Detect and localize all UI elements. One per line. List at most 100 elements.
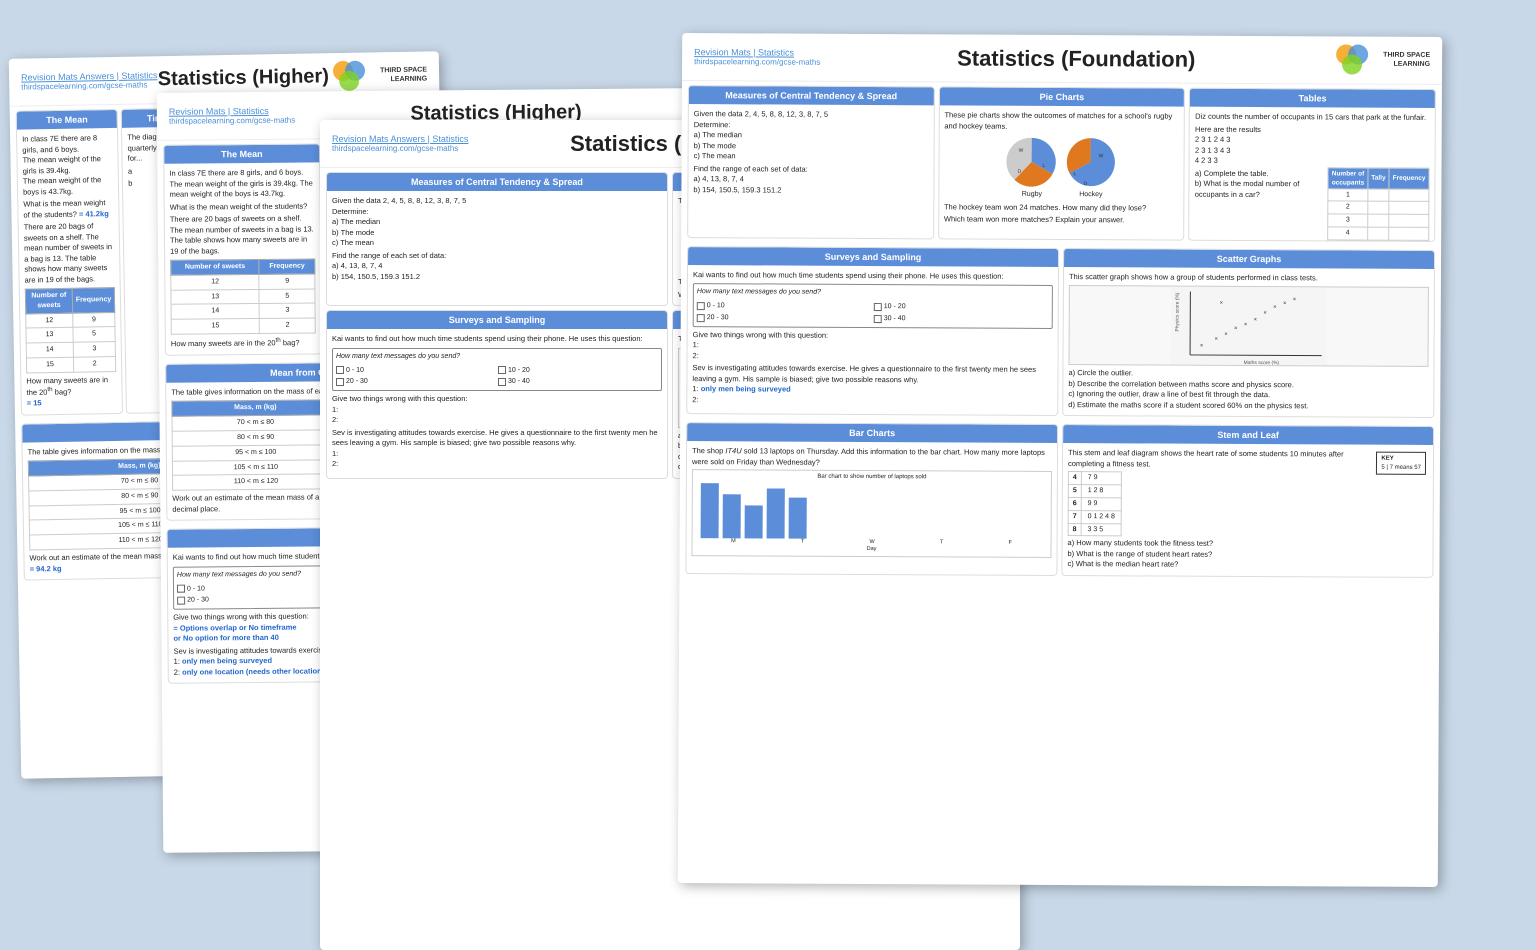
card4-ct-section: Measures of Central Tendency & Spread Gi…	[687, 85, 934, 239]
card3-surveys-section: Surveys and Sampling Kai wants to find o…	[326, 310, 668, 479]
card4-tables-body: Diz counts the number of occupants in 15…	[1190, 107, 1435, 206]
card4-piecharts-section: Pie Charts These pie charts show the out…	[938, 86, 1185, 240]
svg-text:×: ×	[1234, 326, 1238, 332]
card3-checkbox-20-30: 20 - 30	[336, 377, 496, 387]
svg-text:D: D	[1017, 169, 1021, 175]
card4-header-left: Revision Mats | Statistics thirdspacelea…	[694, 47, 820, 67]
card4-surveys-body: Kai wants to find out how much time stud…	[687, 265, 1058, 412]
card4-tables-header: Tables	[1190, 89, 1435, 108]
card2-mean-header: The Mean	[164, 144, 319, 163]
svg-text:×: ×	[1273, 305, 1277, 311]
page-wrapper: Revision Mats Answers | Statistics third…	[0, 0, 1536, 910]
svg-text:×: ×	[1263, 311, 1267, 317]
card1-header-left: Revision Mats Answers | Statistics third…	[21, 70, 158, 91]
card4-scatter-svg: Physics score (%) Maths score (%) × × × …	[1070, 286, 1428, 366]
card4-title: Statistics (Foundation)	[820, 44, 1332, 73]
card1-logo: THIRD SPACE LEARNING	[329, 58, 428, 95]
card3-ct-header: Measures of Central Tendency & Spread	[327, 173, 667, 191]
card1-title: Statistics (Higher)	[157, 65, 329, 91]
card4-barchart-body: The shop IT4U sold 13 laptops on Thursda…	[686, 441, 1057, 565]
card4-checkbox: How many text messages do you send? 0 - …	[693, 283, 1053, 328]
card4-piecharts-body: These pie charts show the outcomes of ma…	[939, 105, 1184, 231]
card3-site-url: thirdspacelearning.com/gcse-maths	[332, 144, 468, 153]
card4-surveys-section: Surveys and Sampling Kai wants to find o…	[686, 246, 1059, 416]
svg-text:Physics score (%): Physics score (%)	[1174, 293, 1180, 332]
svg-text:L: L	[1043, 163, 1046, 169]
card1-sweets-table: Number of sweetsFrequency 129 135 143 15…	[25, 287, 117, 373]
svg-text:×: ×	[1283, 301, 1287, 307]
card4-site-url: thirdspacelearning.com/gcse-maths	[694, 57, 820, 67]
card1-site-url: thirdspacelearning.com/gcse-maths	[21, 80, 158, 91]
card4-hockey-pie: W L D Hockey	[1063, 135, 1118, 200]
card3-checkbox: How many text messages do you send? 0 - …	[332, 348, 662, 391]
card4-site-link: Revision Mats | Statistics	[694, 47, 820, 58]
card2-site-url: thirdspacelearning.com/gcse-maths	[169, 116, 295, 126]
card4-barchart-section: Bar Charts The shop IT4U sold 13 laptops…	[685, 422, 1058, 575]
card3-checkbox-10-20: 10 - 20	[498, 366, 658, 376]
tsl-logo-icon	[329, 58, 375, 94]
card4-tables-section: Tables Diz counts the number of occupant…	[1188, 88, 1435, 242]
card2-mean-body: In class 7E there are 8 girls, and 6 boy…	[164, 162, 321, 354]
bar-tue	[723, 494, 741, 538]
svg-text:×: ×	[1200, 344, 1204, 350]
card2-header-left: Revision Mats | Statistics thirdspacelea…	[169, 106, 295, 126]
card4-stemleaf-section: Stem and Leaf KEY 5 | 7 means 57 This st…	[1061, 424, 1434, 577]
card2-sweets-table: Number of sweetsFrequency 129 135 143 15…	[170, 258, 316, 334]
card4-pie-charts: W L D Rugby W L	[944, 134, 1179, 200]
svg-text:W: W	[1019, 148, 1024, 154]
card4-checkbox-30-40: 30 - 40	[874, 314, 1049, 325]
svg-text:×: ×	[1293, 297, 1297, 303]
card4-rugby-pie: W L D Rugby	[1004, 135, 1059, 200]
card3-checkbox-0-10: 0 - 10	[336, 366, 496, 376]
card4-ct-body: Given the data 2, 4, 5, 8, 8, 12, 3, 8, …	[688, 104, 933, 201]
bar-mon	[701, 483, 719, 538]
svg-text:×: ×	[1244, 322, 1248, 328]
card4-rugby-pie-svg: W L D	[1004, 135, 1059, 190]
svg-text:×: ×	[1224, 332, 1228, 338]
card4-barchart-header: Bar Charts	[687, 423, 1057, 443]
svg-text:×: ×	[1220, 301, 1224, 307]
card3-ct-section: Measures of Central Tendency & Spread Gi…	[326, 172, 668, 306]
card4-stemleaf-header: Stem and Leaf	[1063, 425, 1433, 445]
card4-freq-table: Number ofoccupantsTallyFrequency 1 2 3 4	[1327, 167, 1429, 241]
card3-surveys-header: Surveys and Sampling	[327, 311, 667, 329]
card1-mean-header: The Mean	[17, 110, 118, 130]
bar-wed	[745, 505, 763, 538]
card4-scatter-chart: Physics score (%) Maths score (%) × × × …	[1068, 285, 1428, 367]
card4-surveys-header: Surveys and Sampling	[688, 247, 1058, 267]
card1-mean-body: In class 7E there are 8 girls, and 6 boy…	[17, 128, 122, 414]
card4-checkbox-10-20: 10 - 20	[874, 302, 1049, 313]
card4-stemleaf-body: KEY 5 | 7 means 57 This stem and leaf di…	[1062, 443, 1433, 576]
svg-text:L: L	[1073, 171, 1076, 177]
card4-scatter-header: Scatter Graphs	[1064, 249, 1434, 269]
card-4: Revision Mats | Statistics thirdspacelea…	[678, 33, 1442, 887]
card4-logo: THIRD SPACE LEARNING	[1332, 42, 1430, 78]
card4-stem-leaf-data: 47 9 51 2 8 69 9 70 1 2 4 8 83 3 5	[1068, 471, 1375, 538]
card3-header-left: Revision Mats Answers | Statistics third…	[332, 134, 468, 153]
card4-stemleaf-key: KEY 5 | 7 means 57	[1376, 452, 1426, 475]
tsl-logo-icon-4	[1332, 42, 1377, 77]
card4-ct-header: Measures of Central Tendency & Spread	[689, 86, 934, 105]
svg-text:W: W	[1099, 153, 1104, 159]
card3-surveys-body: Kai wants to find out how much time stud…	[327, 329, 667, 474]
svg-text:×: ×	[1254, 318, 1258, 324]
card4-checkbox-0-10: 0 - 10	[697, 301, 872, 312]
card4-scatter-section: Scatter Graphs This scatter graph shows …	[1062, 248, 1435, 418]
card2-mean-section: The Mean In class 7E there are 8 girls, …	[163, 143, 322, 355]
card3-ct-body: Given the data 2, 4, 5, 8, 8, 12, 3, 8, …	[327, 191, 667, 287]
card4-checkbox-20-30: 20 - 30	[697, 313, 872, 324]
card4-logo-text: THIRD SPACE LEARNING	[1383, 52, 1430, 69]
bar-thu	[767, 489, 785, 539]
svg-text:D: D	[1083, 181, 1087, 187]
card1-mean-section: The Mean In class 7E there are 8 girls, …	[16, 109, 124, 416]
bar-fri	[789, 497, 807, 538]
card3-checkbox-30-40: 30 - 40	[498, 377, 658, 387]
card4-scatter-body: This scatter graph shows how a group of …	[1063, 267, 1434, 417]
card4-header: Revision Mats | Statistics thirdspacelea…	[682, 33, 1442, 85]
svg-text:×: ×	[1214, 337, 1218, 343]
card4-piecharts-header: Pie Charts	[940, 87, 1185, 106]
svg-text:Maths score (%): Maths score (%)	[1244, 360, 1280, 366]
card3-site-link: Revision Mats Answers | Statistics	[332, 134, 468, 144]
card4-hockey-pie-svg: W L D	[1063, 135, 1118, 190]
card1-logo-text: THIRD SPACE LEARNING	[380, 67, 427, 85]
